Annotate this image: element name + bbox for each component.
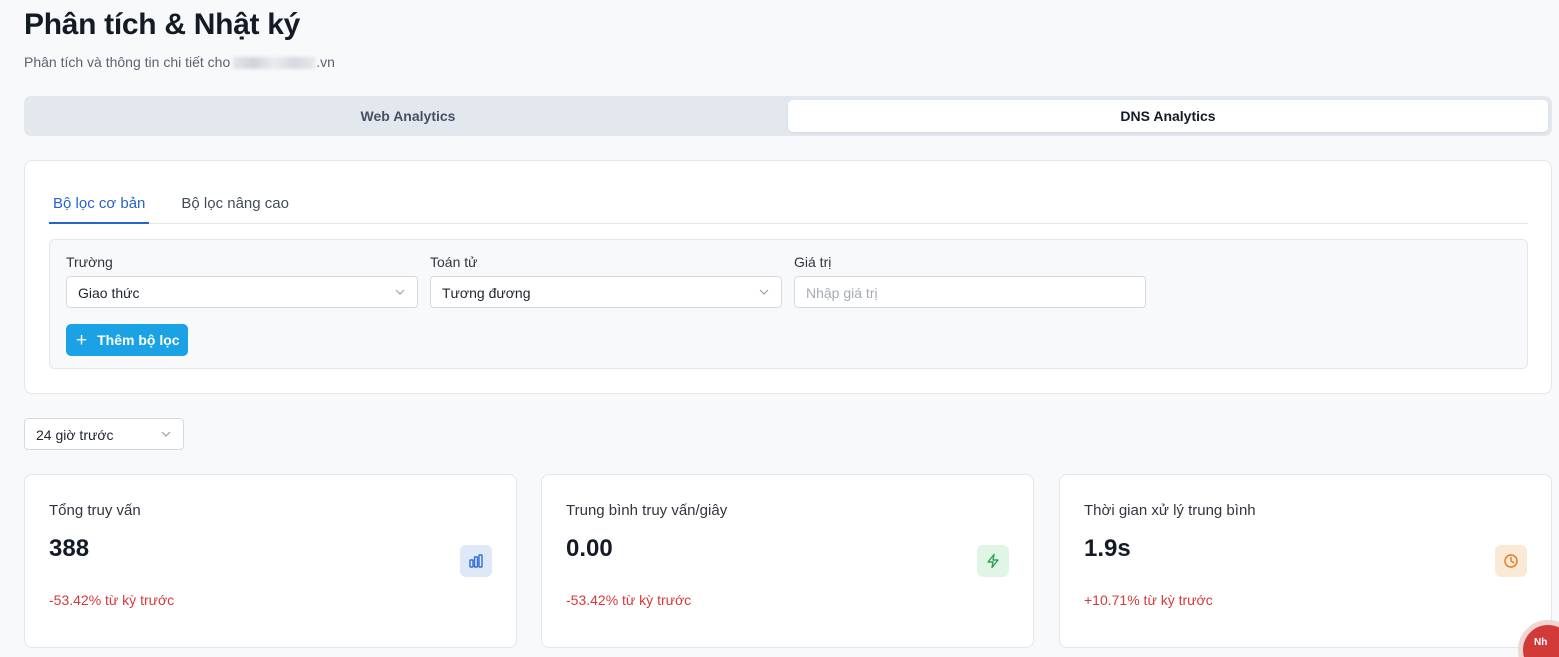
operator-select[interactable]: Tương đương [430, 276, 782, 308]
badge-text: Nh [1534, 637, 1548, 648]
stat-value: 0.00 [566, 535, 613, 562]
clock-icon [1495, 545, 1527, 577]
add-filter-button[interactable]: + Thêm bộ lọc [66, 324, 188, 356]
value-input[interactable]: Nhập giá trị [794, 276, 1146, 308]
time-range-value: 24 giờ trước [36, 427, 114, 443]
tab-basic-filter[interactable]: Bộ lọc cơ bản [49, 183, 150, 224]
field-select-value: Giao thức [78, 285, 140, 301]
chevron-down-icon [395, 289, 405, 295]
operator-select-value: Tương đương [442, 285, 531, 301]
stat-value: 388 [49, 535, 90, 562]
analytics-tabs: Web Analytics DNS Analytics [24, 96, 1552, 136]
stat-change: -53.42% từ kỳ trước [566, 592, 692, 608]
stat-card-avg-processing-time: Thời gian xử lý trung bình 1.9s +10.71% … [1059, 474, 1552, 648]
subtitle-prefix: Phân tích và thông tin chi tiết cho [24, 54, 231, 70]
page-title: Phân tích & Nhật ký [24, 8, 301, 41]
chevron-down-icon [161, 431, 171, 437]
value-label: Giá trị [794, 254, 832, 270]
filter-card: Bộ lọc cơ bản Bộ lọc nâng cao Trường Gia… [24, 160, 1552, 394]
stat-card-total-queries: Tổng truy vấn 388 -53.42% từ kỳ trước [24, 474, 517, 648]
stat-value: 1.9s [1084, 535, 1131, 562]
lightning-icon [977, 545, 1009, 577]
stat-card-avg-qps: Trung bình truy vấn/giây 0.00 -53.42% từ… [541, 474, 1034, 648]
operator-label: Toán tử [430, 254, 478, 270]
tab-advanced-filter[interactable]: Bộ lọc nâng cao [177, 183, 293, 224]
stat-change: +10.71% từ kỳ trước [1084, 592, 1213, 608]
time-range-select[interactable]: 24 giờ trước [24, 418, 184, 450]
redacted-domain [233, 57, 316, 70]
stat-title: Thời gian xử lý trung bình [1084, 502, 1256, 519]
page-subtitle: Phân tích và thông tin chi tiết cho .vn [24, 54, 335, 70]
stat-title: Tổng truy vấn [49, 502, 141, 519]
bar-chart-icon [460, 545, 492, 577]
add-filter-label: Thêm bộ lọc [97, 332, 180, 348]
chevron-down-icon [759, 289, 769, 295]
field-select[interactable]: Giao thức [66, 276, 418, 308]
field-label: Trường [66, 254, 113, 270]
tab-dns-analytics[interactable]: DNS Analytics [788, 100, 1548, 132]
tab-web-analytics[interactable]: Web Analytics [28, 100, 788, 132]
subtitle-suffix: .vn [316, 54, 335, 70]
stat-change: -53.42% từ kỳ trước [49, 592, 175, 608]
filter-tabs: Bộ lọc cơ bản Bộ lọc nâng cao [49, 183, 1528, 224]
filter-row-box: Trường Giao thức Toán tử Tương đương Giá… [49, 239, 1528, 369]
plus-icon: + [76, 329, 88, 351]
stat-title: Trung bình truy vấn/giây [566, 502, 728, 519]
